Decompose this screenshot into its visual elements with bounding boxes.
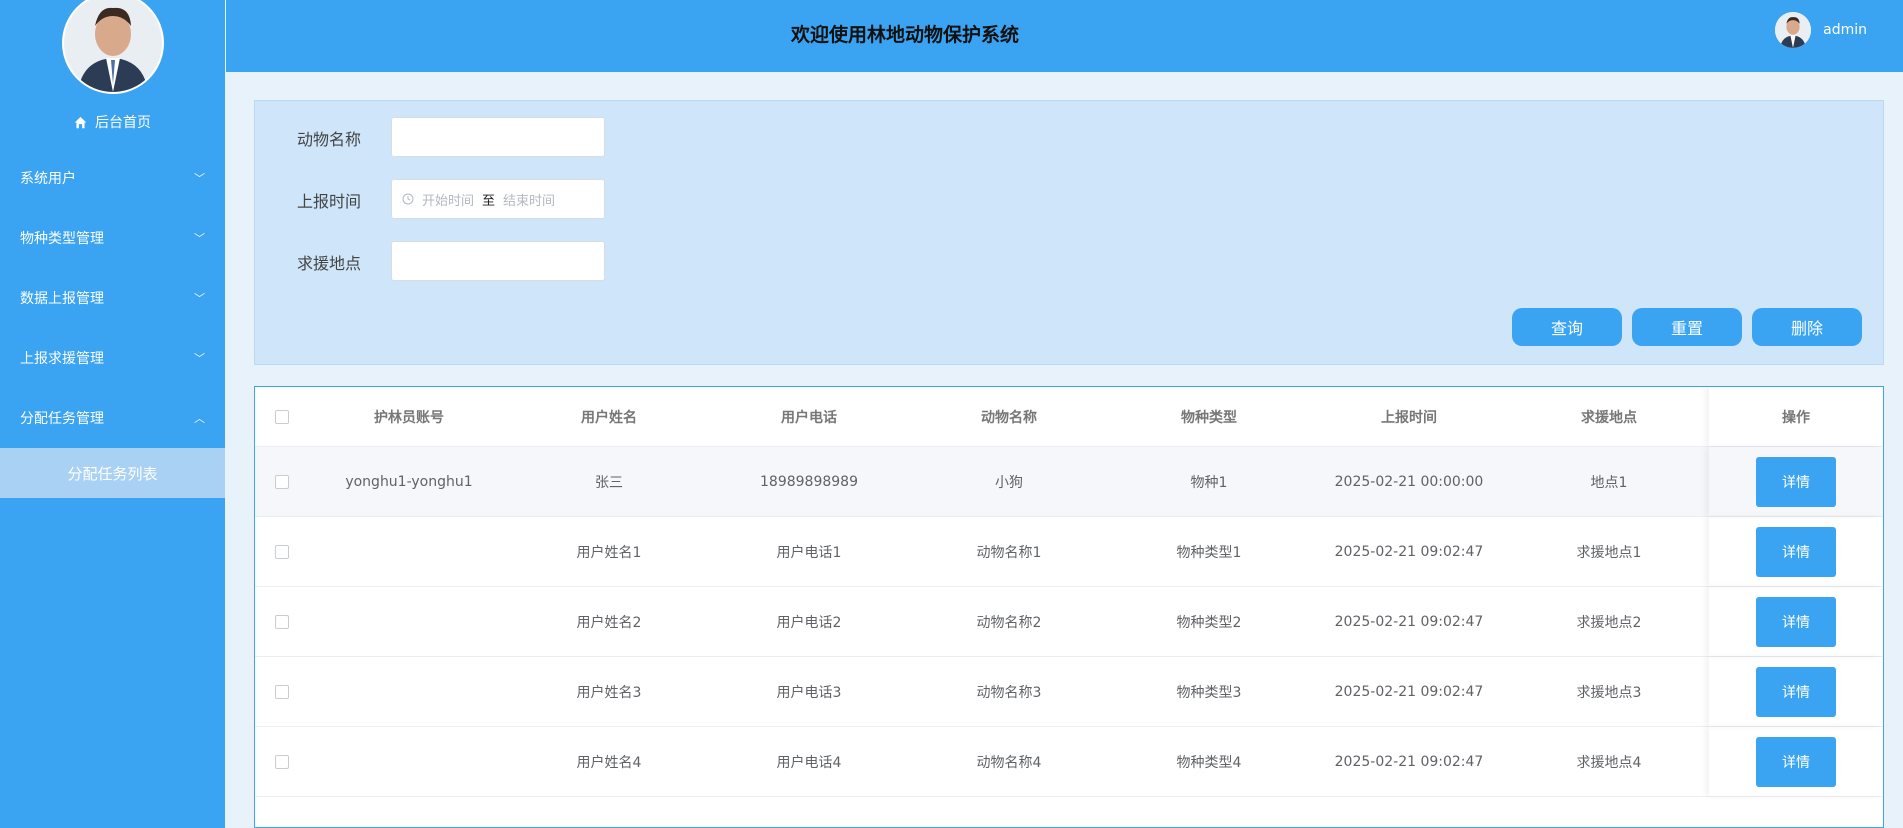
table-cell: 物种1 xyxy=(1190,474,1228,491)
table-cell: 用户电话1 xyxy=(776,544,842,561)
sidebar-home-label: 后台首页 xyxy=(95,115,151,131)
user-menu[interactable]: admin xyxy=(1775,12,1867,48)
table-cell: 用户电话4 xyxy=(776,754,842,771)
table-cell: 用户姓名2 xyxy=(576,614,642,631)
table-cell: 物种类型2 xyxy=(1176,614,1242,631)
chevron-down-icon: ﹀ xyxy=(194,292,205,305)
rescue-location-input[interactable] xyxy=(391,241,605,281)
column-header: 用户电话 xyxy=(781,409,837,426)
table-cell: 动物名称3 xyxy=(976,684,1042,701)
avatar xyxy=(1775,12,1812,48)
table-row: 用户姓名4 用户电话4 动物名称4 物种类型4 2025-02-21 09:02… xyxy=(255,727,1883,797)
delete-button[interactable]: 删除 xyxy=(1752,308,1862,346)
sidebar-item-label: 物种类型管理 xyxy=(20,231,104,247)
page-title: 欢迎使用林地动物保护系统 xyxy=(791,24,1020,46)
table-cell: 用户电话3 xyxy=(776,684,842,701)
range-separator: 至 xyxy=(482,193,496,209)
table-cell: 地点1 xyxy=(1590,474,1628,491)
chevron-down-icon: ﹀ xyxy=(194,172,205,185)
select-all-checkbox[interactable] xyxy=(275,409,289,424)
detail-button[interactable]: 详情 xyxy=(1756,456,1836,507)
table-cell: 物种类型1 xyxy=(1176,544,1242,561)
row-checkbox[interactable] xyxy=(275,544,289,559)
table-cell: 2025-02-21 09:02:47 xyxy=(1334,613,1484,630)
detail-button[interactable]: 详情 xyxy=(1756,666,1836,717)
task-table: 护林员账号 用户姓名 用户电话 动物名称 物种类型 上报时间 求援地点 操作 y… xyxy=(254,386,1884,828)
table-cell: 用户姓名4 xyxy=(576,754,642,771)
column-header: 护林员账号 xyxy=(374,409,444,426)
animal-name-input[interactable] xyxy=(391,117,605,157)
username: admin xyxy=(1823,22,1867,38)
query-button[interactable]: 查询 xyxy=(1512,308,1622,346)
table-cell: 用户姓名1 xyxy=(576,544,642,561)
chevron-down-icon: ﹀ xyxy=(194,352,205,365)
rescue-location-label: 求援地点 xyxy=(297,254,362,273)
table-header-row: 护林员账号 用户姓名 用户电话 动物名称 物种类型 上报时间 求援地点 操作 xyxy=(255,387,1883,447)
table-cell: 求援地点1 xyxy=(1576,544,1642,561)
sidebar-item-species-type[interactable]: 物种类型管理 ﹀ xyxy=(0,208,225,268)
report-time-range-picker[interactable]: 开始时间 至 结束时间 xyxy=(391,179,605,219)
sidebar-item-label: 上报求援管理 xyxy=(20,351,104,367)
table-cell: 动物名称1 xyxy=(976,544,1042,561)
search-panel: 动物名称 上报时间 开始时间 至 结束时间 求援地点 查询 重置 删除 xyxy=(254,100,1884,365)
column-header: 求援地点 xyxy=(1581,409,1637,426)
table-cell: 求援地点2 xyxy=(1576,614,1642,631)
table-cell: 2025-02-21 09:02:47 xyxy=(1334,543,1484,560)
detail-button[interactable]: 详情 xyxy=(1756,526,1836,577)
sidebar: 后台首页 系统用户 ﹀ 物种类型管理 ﹀ 数据上报管理 ﹀ 上报求援管理 ﹀ 分… xyxy=(0,0,225,828)
table-cell: 动物名称2 xyxy=(976,614,1042,631)
chevron-down-icon: ﹀ xyxy=(194,232,205,245)
sidebar-item-system-users[interactable]: 系统用户 ﹀ xyxy=(0,148,225,208)
table-row: 用户姓名1 用户电话1 动物名称1 物种类型1 2025-02-21 09:02… xyxy=(255,517,1883,587)
chevron-up-icon: ︿ xyxy=(194,412,205,425)
sidebar-item-data-report[interactable]: 数据上报管理 ﹀ xyxy=(0,268,225,328)
sidebar-home-link[interactable]: 后台首页 xyxy=(0,110,225,134)
table-cell: 张三 xyxy=(595,474,623,491)
table-cell: 求援地点4 xyxy=(1576,754,1642,771)
clock-icon xyxy=(402,193,414,205)
end-time-field[interactable]: 结束时间 xyxy=(503,190,555,209)
table-cell: 动物名称4 xyxy=(976,754,1042,771)
table-row: 用户姓名3 用户电话3 动物名称3 物种类型3 2025-02-21 09:02… xyxy=(255,657,1883,727)
table-cell: 2025-02-21 09:02:47 xyxy=(1334,683,1484,700)
table-cell: 物种类型3 xyxy=(1176,684,1242,701)
table-cell: 求援地点3 xyxy=(1576,684,1642,701)
table-row: yonghu1-yonghu1 张三 18989898989 小狗 物种1 20… xyxy=(255,447,1883,517)
top-header: 欢迎使用林地动物保护系统 admin xyxy=(226,0,1903,72)
table-cell: 用户姓名3 xyxy=(576,684,642,701)
row-checkbox[interactable] xyxy=(275,614,289,629)
column-header: 物种类型 xyxy=(1181,409,1237,426)
home-icon xyxy=(74,116,87,128)
start-time-field[interactable]: 开始时间 xyxy=(422,190,474,209)
table-cell: 18989898989 xyxy=(760,473,858,490)
sidebar-subitem-task-list[interactable]: 分配任务列表 xyxy=(0,448,225,498)
sidebar-item-rescue-report[interactable]: 上报求援管理 ﹀ xyxy=(0,328,225,388)
detail-button[interactable]: 详情 xyxy=(1756,596,1836,647)
table-cell: 小狗 xyxy=(995,474,1023,491)
table-cell: 物种类型4 xyxy=(1176,754,1242,771)
sidebar-item-label: 数据上报管理 xyxy=(20,291,104,307)
column-header: 上报时间 xyxy=(1381,409,1437,426)
table-cell: 2025-02-21 09:02:47 xyxy=(1334,753,1484,770)
sidebar-item-label: 系统用户 xyxy=(20,171,76,187)
sidebar-item-label: 分配任务管理 xyxy=(20,411,104,427)
reset-button[interactable]: 重置 xyxy=(1632,308,1742,346)
row-checkbox[interactable] xyxy=(275,474,289,489)
sidebar-subitem-label: 分配任务列表 xyxy=(67,464,158,483)
row-checkbox[interactable] xyxy=(275,684,289,699)
table-cell: yonghu1-yonghu1 xyxy=(345,473,473,490)
sidebar-item-task-assignment[interactable]: 分配任务管理 ︿ xyxy=(0,388,225,448)
animal-name-label: 动物名称 xyxy=(297,130,362,149)
column-header: 用户姓名 xyxy=(581,409,637,426)
profile-avatar xyxy=(62,0,164,94)
table-cell: 2025-02-21 00:00:00 xyxy=(1334,473,1484,490)
row-checkbox[interactable] xyxy=(275,754,289,769)
table-cell: 用户电话2 xyxy=(776,614,842,631)
detail-button[interactable]: 详情 xyxy=(1756,736,1836,787)
column-header: 动物名称 xyxy=(981,409,1037,426)
table-row: 用户姓名2 用户电话2 动物名称2 物种类型2 2025-02-21 09:02… xyxy=(255,587,1883,657)
report-time-label: 上报时间 xyxy=(297,192,362,211)
column-header: 操作 xyxy=(1709,387,1883,446)
